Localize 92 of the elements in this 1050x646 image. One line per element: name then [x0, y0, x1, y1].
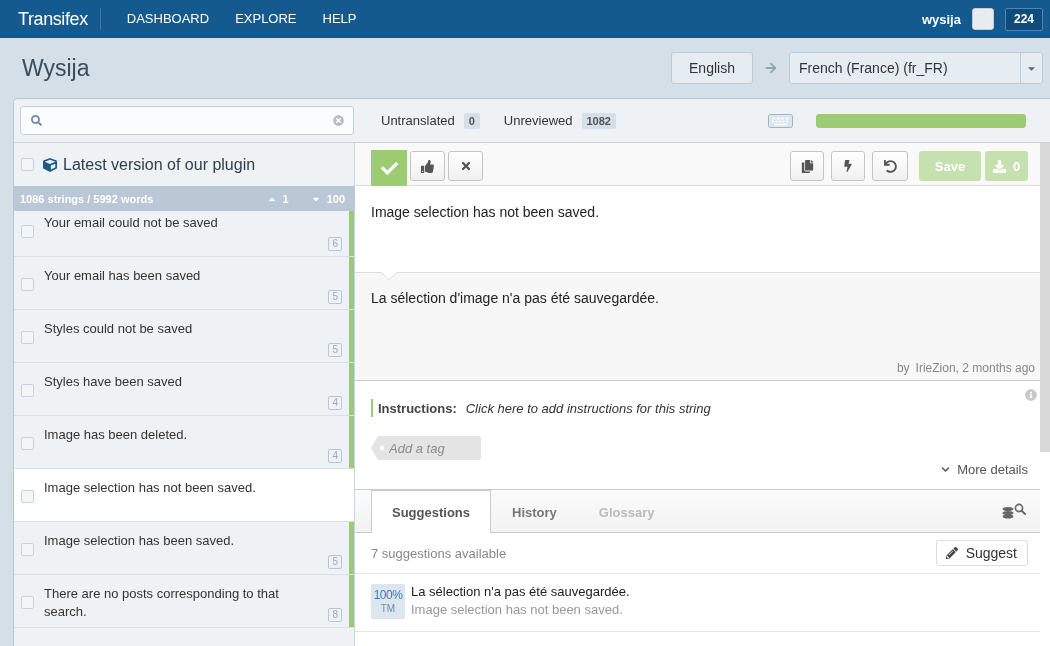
- reject-button[interactable]: [448, 151, 483, 181]
- string-text: Image selection has not been saved.: [44, 479, 257, 497]
- group-label: Latest version of our plugin: [63, 155, 256, 174]
- more-details-link[interactable]: More details: [941, 462, 1028, 477]
- checkbox[interactable]: [21, 437, 34, 450]
- nav-link[interactable]: EXPLORE: [222, 9, 310, 29]
- tab[interactable]: History: [491, 490, 578, 533]
- undo-button[interactable]: [872, 151, 908, 181]
- string-text: There are no posts corresponding to that search.: [44, 585, 280, 621]
- approve-button[interactable]: [410, 151, 445, 181]
- nav-link[interactable]: HELP: [309, 9, 370, 29]
- string-row[interactable]: Image selection has been saved. 5: [14, 522, 354, 575]
- word-count: 5: [328, 290, 342, 304]
- checkbox[interactable]: [21, 596, 34, 609]
- stat-label: Unreviewed: [503, 113, 573, 128]
- database-search-icon[interactable]: [1002, 503, 1026, 519]
- string-row[interactable]: There are no posts corresponding to that search. 8: [14, 575, 354, 628]
- copy-button[interactable]: [790, 151, 824, 181]
- stat-count: 0: [463, 112, 480, 129]
- auto-translate-button[interactable]: [831, 151, 865, 181]
- nav-link[interactable]: DASHBOARD: [113, 9, 223, 29]
- clear-icon[interactable]: [333, 115, 344, 126]
- match-origin: TM: [380, 603, 396, 615]
- pencil-icon: [945, 547, 958, 559]
- arrow-right-icon: [765, 62, 777, 74]
- checkbox[interactable]: [21, 278, 34, 291]
- string-row[interactable]: Your email could not be saved 6: [14, 211, 354, 257]
- keyboard-icon[interactable]: [768, 113, 793, 128]
- translation-text: La sélection d'image n'a pas été sauvegardée.: [371, 289, 660, 307]
- word-count: 5: [328, 555, 342, 569]
- user-name[interactable]: wysija: [921, 11, 961, 27]
- cube-icon: [43, 157, 57, 172]
- close-icon: [459, 160, 472, 172]
- avatar-placeholder[interactable]: [971, 8, 994, 30]
- attribution-text: IrieZion, 2 months ago: [915, 361, 1035, 375]
- string-row[interactable]: Styles could not be saved 5: [14, 310, 354, 363]
- scrollbar-thumb[interactable]: [1040, 143, 1050, 452]
- checkbox[interactable]: [21, 543, 34, 556]
- match-score: 100%: [373, 588, 403, 603]
- notification-count[interactable]: 224: [1004, 7, 1043, 31]
- checkbox[interactable]: [21, 331, 34, 344]
- translation-area[interactable]: La sélection d'image n'a pas été sauvegardée. by IrieZion, 2 months ago: [355, 272, 1040, 380]
- checkbox[interactable]: [21, 490, 34, 503]
- string-row[interactable]: Your email has been saved 5: [14, 257, 354, 310]
- checkbox[interactable]: [21, 158, 34, 171]
- string-row[interactable]: Styles have been saved 4: [14, 363, 354, 416]
- attribution-label: by: [896, 361, 910, 375]
- search-field[interactable]: [20, 106, 354, 135]
- instructions-label: Instructions:: [378, 400, 457, 416]
- word-count: 4: [328, 396, 342, 410]
- copy-icon: [800, 159, 814, 173]
- string-text: Your email has been saved: [44, 267, 202, 285]
- suggestions-count: 7 suggestions available: [371, 545, 507, 561]
- word-count: 6: [328, 237, 342, 251]
- word-count: 5: [328, 343, 342, 357]
- string-text: Image has been deleted.: [44, 426, 189, 444]
- string-row[interactable]: Image selection has not been saved.: [14, 469, 354, 522]
- string-text: Image selection has been saved.: [44, 532, 236, 550]
- suggest-button[interactable]: Suggest: [935, 540, 1028, 566]
- stat-label: Untranslated: [381, 113, 455, 128]
- search-icon: [31, 115, 42, 126]
- string-row[interactable]: Image has been deleted. 4: [14, 416, 354, 469]
- stat-count: 1082: [581, 112, 616, 129]
- select-value: French (France) (fr_FR): [798, 60, 949, 76]
- string-text: Styles have been saved: [44, 373, 184, 391]
- undo-icon: [883, 159, 897, 173]
- check-icon: [380, 159, 398, 177]
- logo[interactable]: Transifex: [18, 8, 88, 30]
- word-count: 8: [328, 608, 342, 622]
- word-count: 4: [328, 449, 342, 463]
- suggestion-source: Image selection has not been saved.: [411, 602, 624, 617]
- download-count: 0: [1012, 158, 1021, 174]
- sort-count: 100: [326, 192, 345, 205]
- string-text: Your email could not be saved: [44, 214, 219, 232]
- info-icon[interactable]: [1025, 389, 1037, 401]
- summary-text: 1086 strings / 5992 words: [20, 192, 155, 205]
- suggestion-text[interactable]: La sélection n'a pas été sauvegardée.: [411, 584, 630, 599]
- string-text: Styles could not be saved: [44, 320, 194, 338]
- source-language-button[interactable]: English: [671, 52, 753, 84]
- tag-field[interactable]: Add a tag: [371, 436, 481, 460]
- target-language-select[interactable]: French (France) (fr_FR): [789, 52, 1043, 84]
- source-text: Image selection has not been saved.: [371, 203, 601, 221]
- tab[interactable]: Suggestions: [371, 490, 491, 533]
- download-icon: [992, 159, 1006, 173]
- project-title: Wysija: [22, 54, 90, 82]
- chevron-down-icon: [941, 465, 951, 474]
- checkbox[interactable]: [21, 225, 34, 238]
- sort-count: 1: [282, 192, 289, 205]
- checkbox[interactable]: [21, 384, 34, 397]
- instructions-link[interactable]: Click here to add instructions for this string: [465, 400, 711, 416]
- thumbs-up-icon: [421, 159, 434, 173]
- bolt-icon: [842, 160, 854, 172]
